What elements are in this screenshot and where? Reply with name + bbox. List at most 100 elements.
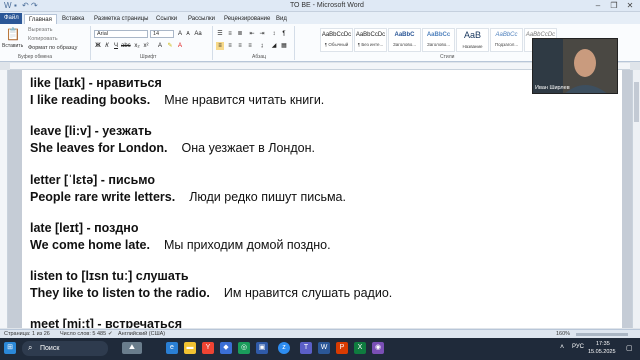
title-bar: W ▪ ↶ ↷ ТО BE - Microsoft Word – ❐ ✕ [0,0,640,12]
language-tray[interactable]: РУС [572,344,584,350]
yandex-icon[interactable]: Y [202,342,214,354]
tab-page-layout[interactable]: Разметка страницы [90,14,152,24]
tab-references[interactable]: Ссылки [152,14,181,24]
app-icon[interactable]: ◉ [372,342,384,354]
style-subtitle[interactable]: AaBbCc Подзагол... [490,28,523,52]
word-taskbar-icon[interactable]: W [318,342,330,354]
align-right-icon[interactable]: ≡ [236,42,244,50]
style-heading-2[interactable]: AaBbCc Заголово... [422,28,455,52]
word-app-icon[interactable]: W [4,1,12,10]
tab-review[interactable]: Рецензирование [220,14,274,24]
translation-text: Люди редко пишут письма. [189,190,346,204]
maximize-icon[interactable]: ❐ [606,0,622,12]
scrollbar-thumb[interactable] [634,82,639,122]
font-color-icon[interactable]: A [176,42,184,50]
sort-icon[interactable]: ↕ [270,30,278,38]
font-size-select[interactable]: 14 [150,30,174,38]
shrink-font-icon[interactable]: A [184,30,192,38]
tab-insert[interactable]: Вставка [58,14,88,24]
save-icon[interactable]: ▪ [14,1,17,10]
style-name: Заголово... [393,42,416,47]
term-text: listen to [lɪsn tuː] слушать [30,269,189,283]
style-title[interactable]: AaB Название [456,28,489,52]
clock-date[interactable]: 15.05.2025 [588,349,616,355]
zoom-level[interactable]: 160% [556,331,570,337]
justify-icon[interactable]: ≡ [246,42,254,50]
tab-file[interactable]: Файл [0,13,22,24]
clipboard-group-label: Буфер обмена [18,54,52,60]
page-count[interactable]: Страница: 1 из 26 [4,331,50,337]
paste-icon[interactable]: 📋 [3,27,23,43]
style-heading-1[interactable]: AaBbC Заголово... [388,28,421,52]
explorer-icon[interactable]: ▬ [184,342,196,354]
example-line: People rare write letters. Люди редко пиш… [30,190,346,204]
increase-indent-icon[interactable]: ⇥ [258,30,266,38]
underline-button[interactable]: Ч [112,42,120,50]
align-left-icon[interactable]: ≡ [216,42,224,50]
app-icon[interactable]: ◆ [220,342,232,354]
style-name: Подзагол... [494,42,519,47]
subscript-button[interactable]: x₂ [133,42,141,50]
change-case-icon[interactable]: Aa [194,30,202,38]
proofing-icon[interactable]: ✔ [108,331,113,337]
group-divider [90,26,91,60]
app-icon[interactable]: ▣ [256,342,268,354]
copy-button[interactable]: Копировать [28,36,58,42]
grow-font-icon[interactable]: A [176,30,184,38]
zoom-slider[interactable] [576,333,628,336]
translation-text: Она уезжает в Лондон. [181,141,315,155]
font-name-select[interactable]: Arial [94,30,148,38]
style-normal[interactable]: AaBbCcDc ¶ Обычный [320,28,353,52]
powerpoint-icon[interactable]: P [336,342,348,354]
windows-start-icon[interactable]: ⊞ [4,342,16,354]
borders-icon[interactable]: ▦ [280,42,288,50]
show-marks-icon[interactable]: ¶ [280,30,288,38]
teams-icon[interactable]: T [300,342,312,354]
style-no-spacing[interactable]: AaBbCcDc ¶ Без инте... [354,28,387,52]
excel-icon[interactable]: X [354,342,366,354]
search-label: Поиск [40,345,60,352]
close-icon[interactable]: ✕ [622,0,638,12]
italic-button[interactable]: К [103,42,111,50]
format-painter-button[interactable]: Формат по образцу [28,45,77,51]
tab-home[interactable]: Главная [24,14,57,24]
undo-icon[interactable]: ↶ [22,1,29,10]
strikethrough-button[interactable]: abc [121,42,131,50]
term-line: like [laɪk] - нравиться [30,76,162,90]
vertical-scrollbar[interactable] [632,70,640,328]
search-box[interactable]: ⌕ Поиск [22,341,108,356]
example-line: We come home late. Мы приходим домой позд… [30,238,331,252]
line-spacing-icon[interactable]: ↨ [258,42,266,50]
landscape-widget-icon[interactable]: ⛰ [122,342,142,354]
bold-button[interactable]: Ж [94,42,102,50]
example-text: People rare write letters. [30,190,176,204]
align-center-icon[interactable]: ≡ [226,42,234,50]
decrease-indent-icon[interactable]: ⇤ [248,30,256,38]
shading-icon[interactable]: ◢ [270,42,278,50]
word-count[interactable]: Число слов: 5 485 [60,331,106,337]
translation-text: Им нравится слушать радио. [223,286,393,300]
language-indicator[interactable]: Английский (США) [118,331,165,337]
superscript-button[interactable]: x² [142,42,150,50]
clock-time[interactable]: 17:35 [596,341,610,347]
zoom-app-icon[interactable]: z [278,342,290,354]
webcam-overlay: Иван Ширлев [532,38,618,94]
minimize-icon[interactable]: – [590,0,606,12]
edge-icon[interactable]: e [166,342,178,354]
tab-view[interactable]: Вид [272,14,291,24]
cut-button[interactable]: Вырезать [28,27,52,33]
text-effects-icon[interactable]: A [156,42,164,50]
vertical-ruler[interactable] [0,70,8,328]
chevron-up-icon[interactable]: ˄ [560,344,564,351]
highlight-icon[interactable]: ✎ [166,42,174,50]
redo-icon[interactable]: ↷ [31,1,38,10]
notifications-icon[interactable]: ▢ [626,344,633,352]
multilevel-list-icon[interactable]: ≣ [236,30,244,38]
tab-mailings[interactable]: Рассылки [184,14,219,24]
bullets-icon[interactable]: ☰ [216,30,224,38]
style-name: ¶ Обычный [324,42,349,47]
document-page[interactable]: like [laɪk] - нравиться I like reading b… [22,70,622,328]
app-icon[interactable]: ◎ [238,342,250,354]
numbering-icon[interactable]: ≡ [226,30,234,38]
paste-button[interactable]: Вставить [2,43,23,49]
